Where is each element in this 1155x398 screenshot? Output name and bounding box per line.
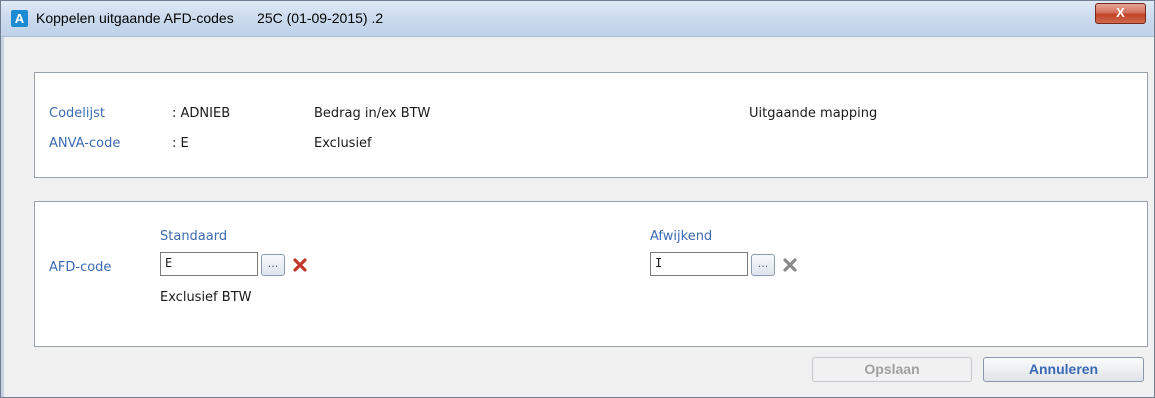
afwijkend-browse-button[interactable]: ... <box>751 254 775 276</box>
codelijst-description: Bedrag in/ex BTW <box>314 106 431 121</box>
mapping-label: Uitgaande mapping <box>749 106 878 121</box>
standaard-afd-input[interactable]: E <box>160 252 258 276</box>
standaard-header: Standaard <box>160 229 228 244</box>
title-bar[interactable]: A Koppelen uitgaande AFD-codes 25C (01-0… <box>1 1 1154 37</box>
anva-code-description: Exclusief <box>314 136 372 151</box>
codelijst-value: : ADNIEB <box>172 106 231 121</box>
close-button[interactable]: X <box>1095 3 1146 24</box>
afwijkend-delete-icon[interactable] <box>782 257 798 273</box>
anva-code-value: : E <box>172 136 189 151</box>
app-logo-icon: A <box>11 10 28 27</box>
window-edge <box>1 37 4 397</box>
afwijkend-header: Afwijkend <box>650 229 713 244</box>
window-title: Koppelen uitgaande AFD-codes 25C (01-09-… <box>36 10 384 26</box>
standaard-description: Exclusief BTW <box>160 290 252 305</box>
codelijst-label: Codelijst <box>49 106 105 121</box>
standaard-browse-button[interactable]: ... <box>261 254 285 276</box>
info-panel: Codelijst : ADNIEB Bedrag in/ex BTW Uitg… <box>34 72 1148 178</box>
cancel-button[interactable]: Annuleren <box>983 357 1144 382</box>
standaard-delete-icon[interactable] <box>292 257 308 273</box>
dialog-window: A Koppelen uitgaande AFD-codes 25C (01-0… <box>0 0 1155 398</box>
afwijkend-afd-input[interactable]: I <box>650 252 748 276</box>
afd-code-panel: Standaard Afwijkend AFD-code E ... Exclu… <box>34 201 1148 347</box>
anva-code-label: ANVA-code <box>49 136 121 151</box>
save-button[interactable]: Opslaan <box>812 357 972 382</box>
afd-code-label: AFD-code <box>49 260 112 275</box>
